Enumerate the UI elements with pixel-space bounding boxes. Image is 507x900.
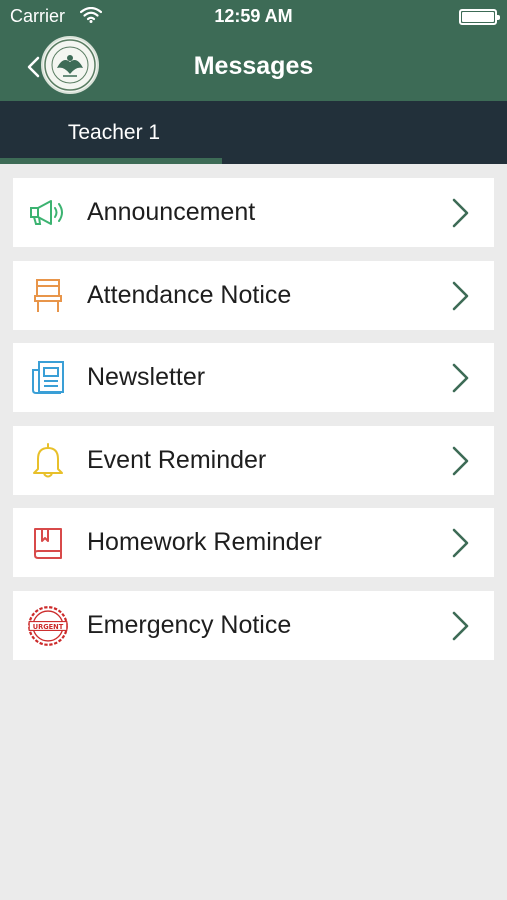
- urgent-stamp-icon: URGENT: [28, 605, 68, 646]
- item-label: Emergency Notice: [87, 610, 292, 639]
- chevron-right-icon: [452, 446, 469, 475]
- chair-icon: [34, 278, 62, 312]
- list-item-event-reminder[interactable]: Event Reminder: [13, 425, 494, 495]
- page-title: Messages: [193, 52, 314, 80]
- header: Carrier 12:59 AM Messages: [0, 0, 507, 101]
- list-item-newsletter[interactable]: Newsletter: [13, 343, 494, 412]
- tab-teacher-1[interactable]: Teacher 1: [0, 101, 222, 164]
- tab-label: Teacher 1: [67, 121, 161, 144]
- item-label: Newsletter: [87, 363, 206, 391]
- item-label: Event Reminder: [87, 445, 267, 474]
- chevron-right-icon: [452, 198, 469, 228]
- book-icon: [34, 528, 62, 559]
- chevron-right-icon: [452, 611, 469, 640]
- list-item-homework-reminder[interactable]: Homework Reminder: [13, 508, 494, 577]
- item-label: Homework Reminder: [87, 528, 322, 556]
- message-category-list: Announcement Attendance Notice Newslette…: [13, 178, 494, 673]
- list-item-attendance-notice[interactable]: Attendance Notice: [13, 260, 494, 330]
- chevron-right-icon: [452, 363, 469, 393]
- status-bar: Carrier 12:59 AM: [0, 0, 507, 32]
- nav-bar: Messages: [0, 32, 507, 101]
- status-time: 12:59 AM: [214, 6, 293, 26]
- newspaper-icon: [32, 361, 64, 394]
- chevron-right-icon: [452, 281, 469, 310]
- item-label: Attendance Notice: [87, 280, 292, 309]
- bell-icon: [33, 442, 63, 477]
- megaphone-icon: [30, 200, 63, 225]
- item-label: Announcement: [87, 198, 256, 226]
- list-item-emergency-notice[interactable]: URGENT Emergency Notice: [13, 590, 494, 660]
- list-item-announcement[interactable]: Announcement: [13, 178, 494, 247]
- tab-bar: Teacher 1: [0, 101, 507, 164]
- svg-text:URGENT: URGENT: [33, 622, 64, 630]
- chevron-right-icon: [452, 528, 469, 558]
- tab-active-indicator: [0, 158, 222, 164]
- battery-icon: [459, 9, 500, 25]
